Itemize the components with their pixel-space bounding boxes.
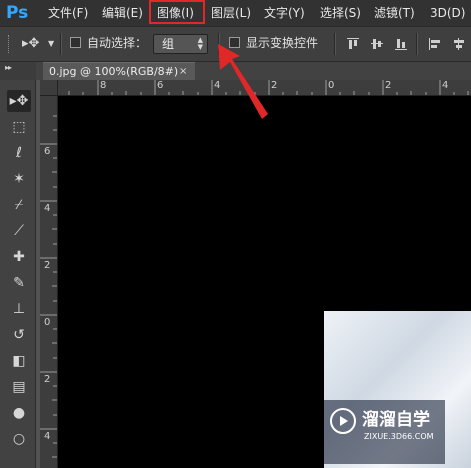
healing-brush-tool-icon[interactable]: ✚ — [7, 246, 31, 268]
menu-type[interactable]: 文字(Y) — [264, 0, 305, 26]
separator — [416, 33, 418, 55]
double-chevron-icon[interactable]: ▸▸ — [5, 63, 12, 72]
options-grip[interactable] — [8, 35, 11, 53]
vertical-ruler[interactable]: 6 4 2 0 2 4 — [40, 96, 58, 468]
ruler-label: 0 — [328, 80, 335, 91]
document-tab[interactable]: 0.jpg @ 100%(RGB/8#) × — [43, 62, 195, 80]
auto-select-dropdown[interactable]: 组 ▲ ▼ — [153, 34, 208, 54]
stepper-icon: ▲ ▼ — [197, 36, 203, 51]
ruler-ticks — [68, 80, 469, 95]
ruler-label: 8 — [100, 80, 107, 91]
play-icon — [330, 408, 356, 434]
clone-stamp-tool-icon[interactable]: ⊥ — [7, 298, 31, 320]
tools-panel: ▸✥ ⬚ ℓ ✶ ⌿ ⟋ ✚ ✎ ⊥ ↺ ◧ ▤ ● ○ — [0, 80, 36, 468]
horizontal-ruler[interactable]: 8 6 4 2 0 2 4 — [58, 80, 471, 96]
photoshop-window: Ps 文件(F) 编辑(E) 图像(I) 图层(L) 文字(Y) 选择(S) 滤… — [0, 0, 471, 468]
dodge-tool-icon[interactable]: ○ — [7, 428, 31, 450]
menu-edit[interactable]: 编辑(E) — [102, 0, 143, 26]
ruler-label: 4 — [442, 80, 449, 91]
auto-select-checkbox[interactable] — [70, 37, 81, 48]
show-transform-label: 显示变换控件 — [246, 36, 319, 50]
ruler-label: 0 — [44, 317, 51, 328]
menu-file[interactable]: 文件(F) — [48, 0, 88, 26]
document-tab-label: 0.jpg @ 100%(RGB/8#) — [49, 65, 179, 78]
ruler-label: 2 — [271, 80, 278, 91]
blur-tool-icon[interactable]: ● — [7, 402, 31, 424]
close-icon[interactable]: × — [179, 64, 187, 79]
eraser-tool-icon[interactable]: ◧ — [7, 350, 31, 372]
crop-tool-icon[interactable]: ⌿ — [7, 194, 31, 216]
lasso-tool-icon[interactable]: ℓ — [7, 142, 31, 164]
ruler-corner[interactable] — [40, 80, 58, 96]
align-left-edges-icon[interactable] — [428, 37, 442, 51]
ruler-label: 2 — [44, 374, 51, 385]
ruler-label: 2 — [385, 80, 392, 91]
gradient-tool-icon[interactable]: ▤ — [7, 376, 31, 398]
marquee-tool-icon[interactable]: ⬚ — [7, 116, 31, 138]
ruler-label: 4 — [44, 431, 51, 442]
ruler-label: 6 — [157, 80, 164, 91]
menu-select[interactable]: 选择(S) — [320, 0, 361, 26]
menu-filter[interactable]: 滤镜(T) — [374, 0, 415, 26]
menu-layer[interactable]: 图层(L) — [211, 0, 251, 26]
separator — [218, 33, 220, 55]
menu-3d[interactable]: 3D(D) — [430, 0, 465, 26]
separator — [60, 33, 62, 55]
history-brush-tool-icon[interactable]: ↺ — [7, 324, 31, 346]
align-vertical-centers-icon[interactable] — [370, 37, 384, 51]
watermark-url: ZIXUE.3D66.COM — [364, 432, 434, 441]
eyedropper-tool-icon[interactable]: ⟋ — [7, 220, 31, 242]
app-logo: Ps — [6, 3, 29, 23]
options-bar: ▸✥ ▼ 自动选择： 组 ▲ ▼ 显示变换控件 — [0, 26, 471, 62]
align-bottom-edges-icon[interactable] — [394, 37, 408, 51]
auto-select-label: 自动选择： — [87, 36, 148, 50]
watermark-title: 溜溜自学 — [362, 410, 430, 430]
align-top-edges-icon[interactable] — [346, 37, 360, 51]
move-tool-icon[interactable]: ▸✥ — [7, 90, 31, 112]
brush-tool-icon[interactable]: ✎ — [7, 272, 31, 294]
separator — [334, 33, 336, 55]
align-horizontal-centers-icon[interactable] — [452, 37, 466, 51]
ruler-label: 4 — [44, 203, 51, 214]
ruler-label: 6 — [44, 146, 51, 157]
ruler-label: 4 — [214, 80, 221, 91]
chevron-down-icon[interactable]: ▼ — [48, 36, 54, 52]
show-transform-checkbox[interactable] — [229, 37, 240, 48]
magic-wand-tool-icon[interactable]: ✶ — [7, 168, 31, 190]
auto-select-value: 组 — [162, 37, 175, 51]
menu-bar: Ps 文件(F) 编辑(E) 图像(I) 图层(L) 文字(Y) 选择(S) 滤… — [0, 0, 471, 26]
move-tool-icon[interactable]: ▸✥ — [22, 36, 44, 52]
ruler-label: 2 — [44, 260, 51, 271]
menu-image-highlight — [149, 0, 205, 24]
